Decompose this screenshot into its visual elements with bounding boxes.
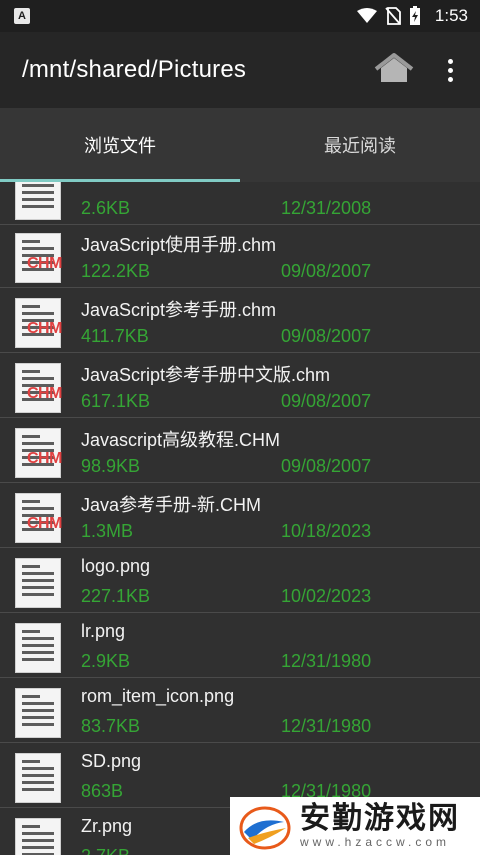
tab-label: 浏览文件 [84, 136, 156, 156]
file-icon [15, 182, 61, 220]
file-size: 411.7KB [81, 326, 149, 346]
home-icon [374, 53, 414, 82]
status-time: 1:53 [434, 6, 468, 25]
file-name: lr.png [81, 621, 126, 641]
more-vert-icon [447, 58, 453, 64]
file-row[interactable]: CHM JavaScript参考手册.chm 411.7KB 09/08/200… [0, 288, 480, 353]
tab-bar: 浏览文件 最近阅读 [0, 108, 480, 182]
file-row[interactable]: 2.6KB 12/31/2008 [0, 182, 480, 225]
file-name: rom_item_icon.png [81, 686, 235, 706]
file-icon [15, 558, 61, 608]
file-size: 2.6KB [81, 198, 131, 218]
chm-file-icon: CHM [15, 363, 62, 413]
file-name: JavaScript使用手册.chm [81, 235, 277, 255]
file-size: 2.9KB [81, 651, 131, 671]
path-title: /mnt/shared/Pictures [22, 56, 247, 83]
watermark-logo-icon [238, 802, 292, 850]
chm-file-icon: CHM [15, 428, 62, 478]
file-icon [15, 818, 61, 855]
file-name: logo.png [81, 556, 151, 576]
file-row[interactable]: rom_item_icon.png 83.7KB 12/31/1980 [0, 678, 480, 743]
file-icon [15, 753, 61, 803]
file-date: 09/08/2007 [281, 326, 372, 346]
chm-badge: CHM [27, 515, 62, 532]
file-date: 12/31/1980 [281, 716, 372, 736]
file-size: 122.2KB [81, 261, 151, 281]
file-row[interactable]: CHM Javascript高级教程.CHM 98.9KB 09/08/2007 [0, 418, 480, 483]
file-size: 863B [81, 781, 124, 801]
file-size: 1.3MB [81, 521, 134, 541]
file-date: 09/08/2007 [281, 456, 372, 476]
battery-charging-icon [409, 6, 420, 25]
file-row[interactable]: lr.png 2.9KB 12/31/1980 [0, 613, 480, 678]
chm-badge: CHM [27, 255, 62, 272]
chm-badge: CHM [27, 385, 62, 402]
tab-browse-files[interactable]: 浏览文件 [0, 108, 240, 182]
status-bar: A 1:53 [0, 0, 480, 32]
file-name: JavaScript参考手册.chm [81, 300, 277, 320]
file-name: SD.png [81, 751, 142, 771]
file-size: 227.1KB [81, 586, 151, 606]
file-name: Java参考手册-新.CHM [81, 495, 262, 515]
file-date: 12/31/2008 [281, 198, 372, 218]
file-name: Javascript高级教程.CHM [81, 430, 281, 450]
file-date: 10/18/2023 [281, 521, 372, 541]
file-name: Zr.png [81, 816, 133, 836]
wifi-icon [356, 8, 377, 23]
file-date: 12/31/1980 [281, 651, 372, 671]
tab-label: 最近阅读 [324, 136, 396, 156]
chm-file-icon: CHM [15, 298, 62, 348]
file-icon [15, 623, 61, 673]
watermark-banner: 安勤游戏网 www.hzaccw.com [230, 797, 480, 855]
file-row[interactable]: CHM JavaScript使用手册.chm 122.2KB 09/08/200… [0, 223, 480, 288]
file-date: 09/08/2007 [281, 261, 372, 281]
home-button[interactable] [374, 52, 414, 88]
file-date: 09/08/2007 [281, 391, 372, 411]
file-size: 2.7KB [81, 846, 130, 855]
watermark-url: www.hzaccw.com [300, 835, 451, 849]
tab-recent-reading[interactable]: 最近阅读 [240, 108, 480, 182]
file-size: 83.7KB [81, 716, 141, 736]
file-size: 98.9KB [81, 456, 141, 476]
chm-file-icon: CHM [15, 493, 62, 543]
file-name: JavaScript参考手册中文版.chm [81, 365, 331, 385]
watermark-title: 安勤游戏网 [300, 802, 460, 835]
file-row[interactable]: logo.png 227.1KB 10/02/2023 [0, 548, 480, 613]
notification-a-icon: A [14, 8, 30, 24]
file-list[interactable]: 2.6KB 12/31/2008 CHM JavaScript使用手册.chm … [0, 182, 480, 855]
file-icon [15, 688, 61, 738]
no-sim-icon [385, 7, 401, 25]
file-date: 10/02/2023 [281, 586, 372, 606]
file-row[interactable]: CHM Java参考手册-新.CHM 1.3MB 10/18/2023 [0, 483, 480, 548]
file-size: 617.1KB [81, 391, 151, 411]
more-options-button[interactable] [438, 54, 462, 86]
chm-file-icon: CHM [15, 233, 62, 283]
chm-badge: CHM [27, 450, 62, 467]
chm-badge: CHM [27, 320, 62, 337]
file-row[interactable]: CHM JavaScript参考手册中文版.chm 617.1KB 09/08/… [0, 353, 480, 418]
app-bar: /mnt/shared/Pictures [0, 32, 480, 108]
